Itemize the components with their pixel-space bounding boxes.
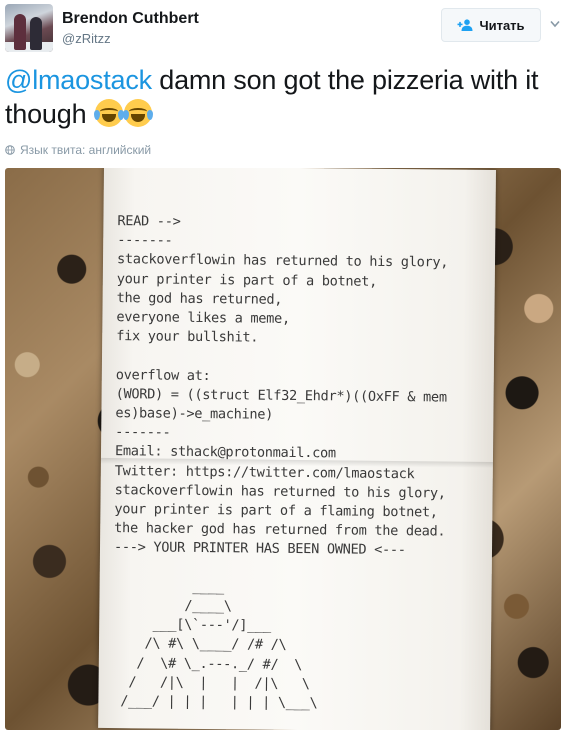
printed-receipt: READ --> ------- stackoverflowin has ret… <box>98 168 496 730</box>
globe-icon <box>5 145 15 155</box>
language-note-label: Язык твита: английский <box>20 143 152 157</box>
add-person-icon <box>457 19 473 31</box>
tweet-header: Brendon Cuthbert @zRitzz Читать <box>0 0 566 60</box>
tweet-text: @lmaostack damn son got the pizzeria wit… <box>5 63 561 131</box>
author-display-name[interactable]: Brendon Cuthbert <box>62 10 199 28</box>
author-username[interactable]: @zRitzz <box>62 31 111 46</box>
avatar[interactable] <box>5 4 53 52</box>
attached-photo[interactable]: READ --> ------- stackoverflowin has ret… <box>5 168 561 730</box>
follow-button-label: Читать <box>479 17 525 33</box>
follow-button[interactable]: Читать <box>441 8 541 42</box>
chevron-down-icon[interactable] <box>550 20 560 28</box>
tears-of-joy-emoji <box>93 99 124 127</box>
mention-link[interactable]: @lmaostack <box>5 65 152 95</box>
receipt-text: READ --> ------- stackoverflowin has ret… <box>112 213 449 712</box>
tears-of-joy-emoji <box>122 99 153 127</box>
tweet-language-note[interactable]: Язык твита: английский <box>5 143 151 157</box>
